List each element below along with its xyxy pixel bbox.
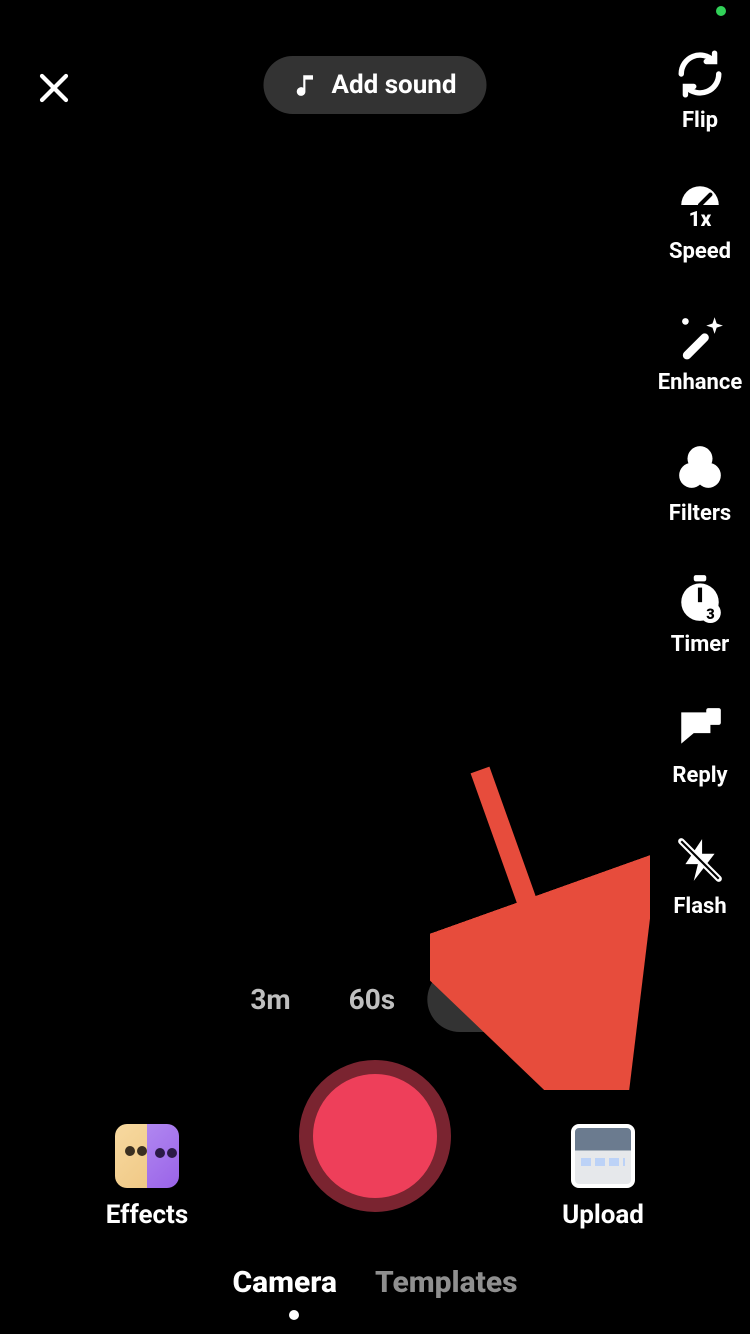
reply-icon — [675, 704, 725, 754]
rail-item-flash[interactable]: Flash — [673, 834, 726, 919]
rail-item-flip[interactable]: Flip — [674, 48, 726, 133]
enhance-wand-icon — [675, 311, 725, 361]
filters-icon — [675, 442, 725, 492]
rail-label: Timer — [671, 632, 729, 657]
music-note-icon — [293, 72, 319, 98]
add-sound-label: Add sound — [331, 70, 456, 100]
rail-label: Flash — [673, 894, 726, 919]
status-online-dot — [716, 6, 726, 16]
upload-thumbnail — [571, 1124, 635, 1188]
flash-off-icon — [675, 835, 725, 885]
add-sound-button[interactable]: Add sound — [263, 56, 486, 114]
close-button[interactable] — [30, 64, 78, 112]
rail-label: Speed — [669, 239, 731, 264]
record-button[interactable] — [299, 1060, 451, 1212]
svg-text:3: 3 — [706, 605, 714, 623]
camera-tools-rail: Flip 1x Speed Enhance Filters 3 Timer — [650, 48, 750, 919]
duration-picker: 3m 60s 15s — [224, 967, 525, 1032]
svg-text:1x: 1x — [689, 208, 712, 230]
rail-item-timer[interactable]: 3 Timer — [671, 572, 729, 657]
tab-camera[interactable]: Camera — [232, 1265, 337, 1300]
duration-option-3m[interactable]: 3m — [224, 967, 316, 1032]
close-icon — [36, 70, 72, 106]
flip-icon — [675, 49, 725, 99]
rail-item-speed[interactable]: 1x Speed — [669, 179, 731, 264]
tab-indicator-dot — [289, 1310, 299, 1320]
camera-screen: Add sound Flip 1x Speed Enhance Filt — [0, 0, 750, 1334]
effects-button[interactable]: Effects — [82, 1124, 212, 1230]
rail-label: Reply — [672, 763, 727, 788]
effects-thumbnail — [115, 1124, 179, 1188]
mode-tabs: Camera Templates — [0, 1265, 750, 1300]
rail-label: Filters — [669, 501, 731, 526]
rail-label: Enhance — [658, 370, 742, 395]
speed-icon: 1x — [675, 180, 725, 230]
upload-button[interactable]: Upload — [538, 1124, 668, 1230]
rail-item-filters[interactable]: Filters — [669, 441, 731, 526]
upload-label: Upload — [562, 1200, 644, 1230]
duration-option-60s[interactable]: 60s — [323, 967, 422, 1032]
effects-label: Effects — [106, 1200, 188, 1230]
rail-label: Flip — [682, 108, 718, 133]
annotation-arrow — [430, 760, 650, 1090]
tab-templates[interactable]: Templates — [375, 1265, 518, 1300]
duration-option-15s[interactable]: 15s — [427, 967, 526, 1032]
rail-item-reply[interactable]: Reply — [672, 703, 727, 788]
timer-icon: 3 — [675, 573, 725, 623]
rail-item-enhance[interactable]: Enhance — [658, 310, 742, 395]
